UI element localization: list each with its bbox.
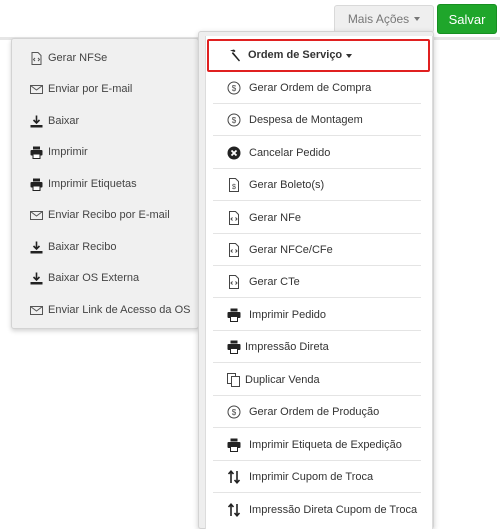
copy-icon	[227, 373, 241, 387]
menu-item-label: Gerar Ordem de Produção	[249, 406, 380, 418]
menu-item-gerar-nfe[interactable]: Gerar NFe	[213, 202, 421, 234]
more-actions-label: Mais Ações	[347, 12, 410, 26]
menu-item-label: Enviar Link de Acesso da OS	[48, 304, 191, 316]
file-code-icon	[227, 211, 241, 225]
menu-item-label: Imprimir Etiquetas	[48, 178, 137, 190]
printer-icon	[227, 308, 241, 322]
left-actions-menu: Gerar NFSe Enviar por E-mail Baixar Impr…	[11, 38, 199, 329]
menu-item-label: Imprimir Etiqueta de Expedição	[249, 439, 402, 451]
menu-item-baixar-os-externa[interactable]: Baixar OS Externa	[12, 267, 198, 291]
more-actions-button[interactable]: Mais Ações	[334, 5, 434, 33]
printer-icon	[227, 438, 241, 452]
menu-item-duplicar-venda[interactable]: Duplicar Venda	[213, 364, 421, 396]
menu-item-cancelar-pedido[interactable]: Cancelar Pedido	[213, 137, 421, 169]
menu-item-label: Enviar Recibo por E-mail	[48, 209, 170, 221]
exchange-vertical-icon	[227, 470, 241, 484]
times-circle-icon	[227, 146, 241, 160]
printer-icon	[30, 146, 43, 159]
menu-item-impressao-direta-cupom-troca[interactable]: Impressão Direta Cupom de Troca	[213, 494, 421, 526]
menu-item-gerar-boleto[interactable]: $ Gerar Boleto(s)	[213, 169, 421, 201]
menu-item-gerar-ordem-compra[interactable]: $ Gerar Ordem de Compra	[213, 72, 421, 104]
menu-item-gerar-cte[interactable]: Gerar CTe	[213, 266, 421, 298]
menu-item-baixar-recibo[interactable]: Baixar Recibo	[12, 236, 198, 260]
menu-item-imprimir-pedido[interactable]: Imprimir Pedido	[213, 299, 421, 331]
ordem-servico-toggle[interactable]: Ordem de Serviço	[207, 39, 430, 72]
menu-item-label: Cancelar Pedido	[249, 147, 331, 159]
menu-item-label: Gerar NFSe	[48, 52, 108, 64]
menu-item-impressao-direta[interactable]: Impressão Direta	[213, 331, 421, 363]
menu-item-label: Baixar Recibo	[48, 241, 117, 253]
menu-item-label: Enviar por E-mail	[48, 83, 133, 95]
exchange-vertical-icon	[227, 503, 241, 517]
envelope-icon	[30, 83, 43, 96]
menu-item-label: Baixar	[48, 115, 80, 127]
dollar-circle-icon: $	[227, 81, 241, 95]
menu-item-label: Imprimir Pedido	[249, 309, 327, 321]
menu-item-imprimir-etiquetas[interactable]: Imprimir Etiquetas	[12, 173, 198, 197]
menu-item-label: Gerar Boleto(s)	[249, 179, 325, 191]
menu-item-gerar-nfse[interactable]: Gerar NFSe	[12, 47, 198, 71]
menu-item-label: Impressão Direta Cupom de Troca	[249, 504, 418, 516]
menu-item-enviar-link-os[interactable]: Enviar Link de Acesso da OS	[12, 299, 198, 323]
menu-item-despesa-montagem[interactable]: $ Despesa de Montagem	[213, 104, 421, 136]
file-code-icon	[30, 52, 43, 65]
menu-item-enviar-email[interactable]: Enviar por E-mail	[12, 78, 198, 102]
menu-item-label: Gerar Ordem de Compra	[249, 82, 372, 94]
menu-item-label: Impressão Direta	[245, 341, 329, 353]
menu-item-imprimir[interactable]: Imprimir	[12, 141, 198, 165]
download-icon	[30, 272, 43, 285]
save-button[interactable]: Salvar	[437, 4, 497, 34]
svg-text:$: $	[232, 408, 237, 417]
menu-item-imprimir-cupom-troca[interactable]: Imprimir Cupom de Troca	[213, 461, 421, 493]
printer-icon	[30, 178, 43, 191]
menu-item-gerar-ordem-producao[interactable]: $ Gerar Ordem de Produção	[213, 396, 421, 428]
menu-item-imprimir-etiqueta-expedicao[interactable]: Imprimir Etiqueta de Expedição	[213, 429, 421, 461]
menu-item-label: Imprimir	[48, 146, 88, 158]
menu-item-label: Despesa de Montagem	[249, 114, 363, 126]
download-icon	[30, 115, 43, 128]
chevron-down-icon	[346, 54, 352, 58]
file-code-icon	[227, 243, 241, 257]
menu-item-label: Baixar OS Externa	[48, 272, 140, 284]
menu-item-label: Duplicar Venda	[245, 374, 320, 386]
printer-icon	[227, 340, 241, 354]
svg-text:$: $	[232, 116, 237, 125]
menu-item-label: Gerar NFCe/CFe	[249, 244, 333, 256]
menu-item-gerar-nfce-cfe[interactable]: Gerar NFCe/CFe	[213, 234, 421, 266]
svg-text:$: $	[232, 184, 236, 191]
ordem-servico-label: Ordem de Serviço	[248, 49, 343, 61]
menu-item-enviar-recibo[interactable]: Enviar Recibo por E-mail	[12, 204, 198, 228]
chevron-down-icon	[414, 17, 421, 21]
dollar-circle-icon: $	[227, 113, 241, 127]
envelope-icon	[30, 304, 43, 317]
menu-item-label: Gerar NFe	[249, 212, 301, 224]
dollar-circle-icon: $	[227, 405, 241, 419]
file-code-icon	[227, 275, 241, 289]
hammer-icon	[228, 49, 241, 62]
download-icon	[30, 241, 43, 254]
menu-item-label: Imprimir Cupom de Troca	[249, 471, 374, 483]
envelope-icon	[30, 209, 43, 222]
menu-item-baixar[interactable]: Baixar	[12, 110, 198, 134]
menu-item-label: Gerar CTe	[249, 276, 300, 288]
svg-text:$: $	[232, 84, 237, 93]
file-invoice-icon: $	[227, 178, 241, 192]
